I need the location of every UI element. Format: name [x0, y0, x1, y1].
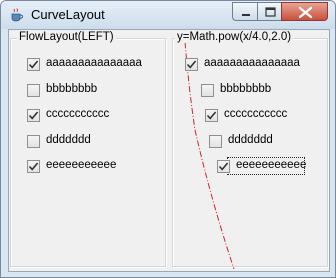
maximize-icon — [265, 7, 276, 17]
checkbox-box[interactable] — [217, 160, 230, 173]
panel-title: y=Math.pow(x/4.0,2.0) — [175, 31, 294, 43]
maximize-button[interactable] — [257, 2, 282, 21]
checkbox-label: ccccccccccc — [46, 108, 110, 120]
checkbox-label: bbbbbbbb — [46, 83, 98, 95]
checkbox-box[interactable] — [27, 109, 40, 122]
title-bar[interactable]: CurveLayout — [1, 1, 335, 29]
content-pane: FlowLayout(LEFT) aaaaaaaaaaaaaaa bbbbbbb… — [8, 29, 330, 272]
checkbox-label: eeeeeeeeeee — [46, 159, 117, 171]
checkbox-label: eeeeeeeeeee — [236, 159, 307, 171]
checkbox-box[interactable] — [27, 135, 40, 148]
checkbox-box[interactable] — [27, 58, 40, 71]
window-title: CurveLayout — [31, 7, 105, 22]
minimize-button[interactable] — [232, 2, 258, 21]
checkbox-box[interactable] — [27, 160, 40, 173]
checkbox-label: ddddddd — [46, 134, 91, 146]
panel-title: FlowLayout(LEFT) — [17, 31, 116, 43]
checkbox-label: ccccccccccc — [224, 108, 288, 120]
panel-border — [10, 38, 166, 267]
checkbox-label: bbbbbbbb — [220, 83, 272, 95]
checkbox-label: ddddddd — [228, 134, 273, 146]
java-cup-icon — [11, 8, 24, 22]
close-icon — [298, 6, 313, 19]
checkbox-label: aaaaaaaaaaaaaaa — [46, 57, 142, 69]
panel-border — [172, 38, 328, 267]
curvelayout-panel: y=Math.pow(x/4.0,2.0) aaaaaaaaaaaaaaa bb… — [171, 30, 329, 269]
checkbox-box[interactable] — [185, 58, 198, 71]
checkbox-box[interactable] — [205, 109, 218, 122]
close-button[interactable] — [281, 2, 328, 21]
flowlayout-panel: FlowLayout(LEFT) aaaaaaaaaaaaaaa bbbbbbb… — [9, 30, 167, 269]
checkbox-label: aaaaaaaaaaaaaaa — [204, 57, 300, 69]
minimize-icon — [242, 14, 250, 16]
checkbox-box[interactable] — [27, 84, 40, 97]
checkbox-box[interactable] — [209, 135, 222, 148]
app-window: CurveLayout FlowLayout(LEFT) aaaaaaaaaaa… — [0, 0, 336, 278]
checkbox-box[interactable] — [201, 84, 214, 97]
